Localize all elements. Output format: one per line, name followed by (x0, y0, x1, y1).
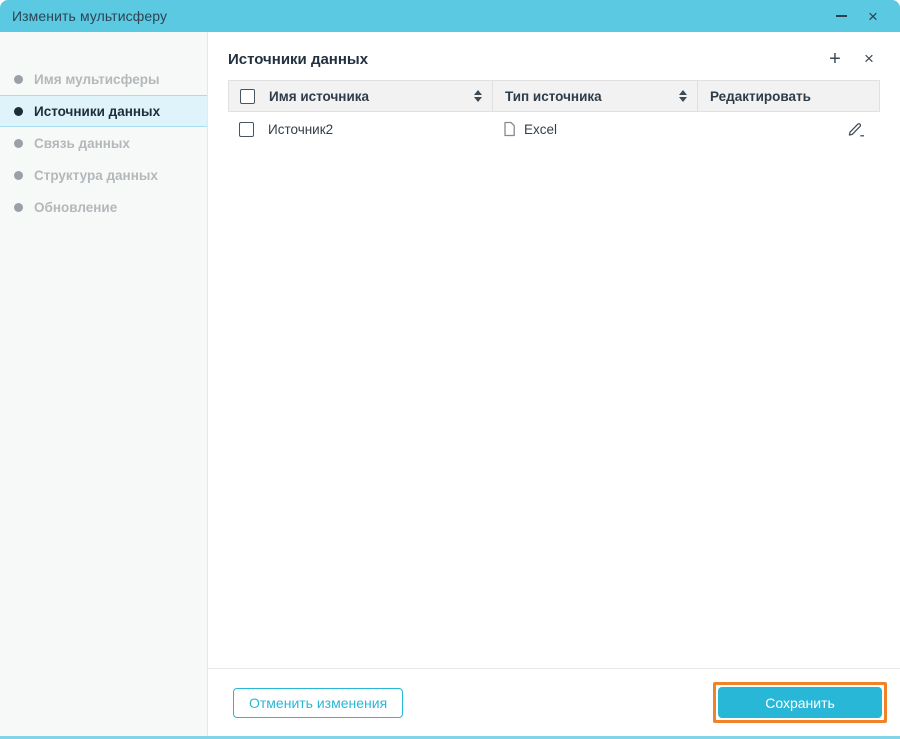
sidebar-item-data-structure[interactable]: Структура данных (0, 159, 207, 191)
source-name: Источник2 (268, 121, 334, 137)
window-title: Изменить мультисферу (12, 8, 168, 24)
sidebar: Имя мультисферы Источники данных Связь д… (0, 32, 208, 736)
row-checkbox[interactable] (239, 121, 254, 137)
window-close-button[interactable]: × (862, 5, 884, 27)
document-icon (503, 121, 516, 137)
select-all-checkbox[interactable] (240, 88, 255, 104)
footer: Отменить изменения Сохранить (208, 668, 900, 736)
bullet-icon (14, 138, 23, 148)
table-row: Источник2 Excel (228, 112, 880, 146)
add-source-button[interactable]: + (824, 48, 846, 70)
bullet-icon (14, 74, 23, 84)
column-label: Имя источника (269, 88, 370, 104)
column-header-source-name: Имя источника (229, 81, 492, 111)
table-header-row: Имя источника Тип источника Редактироват… (228, 80, 880, 112)
column-label: Тип источника (505, 88, 602, 104)
dialog-body: Имя мультисферы Источники данных Связь д… (0, 32, 900, 736)
bullet-icon (14, 106, 23, 116)
sort-icon[interactable] (474, 90, 482, 102)
sidebar-item-label: Структура данных (34, 167, 158, 183)
row-edit-cell (696, 121, 880, 138)
sidebar-item-label: Обновление (34, 199, 118, 215)
row-type-cell: Excel (491, 121, 696, 137)
bullet-icon (14, 170, 23, 180)
page-title: Источники данных (228, 50, 369, 68)
sort-icon[interactable] (679, 90, 687, 102)
dialog-window: Изменить мультисферу × Имя мультисферы И… (0, 0, 900, 739)
row-name-cell: Источник2 (228, 121, 491, 137)
sidebar-item-refresh[interactable]: Обновление (0, 191, 207, 223)
main-content: Источники данных + × Имя источника Тип и… (208, 32, 900, 736)
content-header: Источники данных + × (208, 32, 900, 80)
sidebar-item-label: Имя мультисферы (34, 71, 160, 87)
sidebar-item-label: Источники данных (34, 103, 161, 119)
edit-source-button[interactable] (847, 121, 866, 138)
save-button[interactable]: Сохранить (718, 687, 882, 718)
titlebar: Изменить мультисферу × (0, 0, 900, 32)
column-header-edit: Редактировать (697, 81, 879, 111)
sidebar-item-label: Связь данных (34, 135, 130, 151)
save-button-highlight-box: Сохранить (713, 682, 887, 723)
data-sources-table: Имя источника Тип источника Редактироват… (228, 80, 880, 146)
minimize-button[interactable] (830, 5, 852, 27)
pencil-icon (848, 122, 864, 136)
sidebar-item-multisphere-name[interactable]: Имя мультисферы (0, 63, 207, 95)
column-label: Редактировать (710, 88, 811, 104)
sidebar-item-data-link[interactable]: Связь данных (0, 127, 207, 159)
panel-close-button[interactable]: × (858, 48, 880, 70)
bullet-icon (14, 202, 23, 212)
source-type: Excel (524, 121, 558, 137)
minimize-icon (835, 15, 847, 17)
sidebar-item-data-sources[interactable]: Источники данных (0, 95, 207, 127)
cancel-changes-button[interactable]: Отменить изменения (233, 687, 404, 718)
column-header-source-type: Тип источника (492, 81, 697, 111)
